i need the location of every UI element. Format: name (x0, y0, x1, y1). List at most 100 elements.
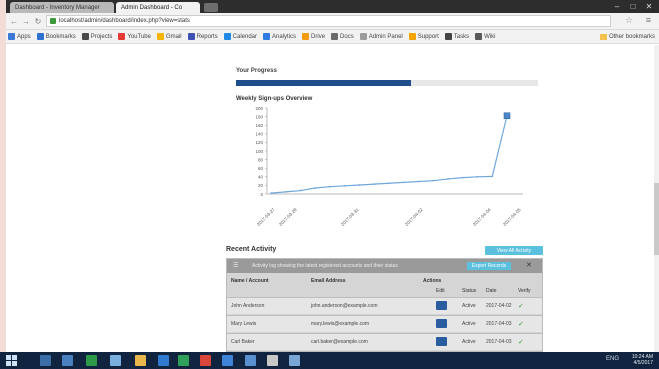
folder-icon (599, 34, 607, 40)
x-tick-label: 2017-04-02 (404, 207, 424, 226)
address-bar[interactable]: localhost/admin/dashboard/index.php?view… (46, 15, 611, 27)
bookmark-item[interactable]: Admin Panel (359, 33, 403, 40)
bookmark-label: Reports (196, 33, 218, 40)
other-bookmarks[interactable]: Other bookmarks (599, 30, 655, 43)
bookmark-item[interactable]: Drive (302, 33, 325, 40)
row-date: 2017-04-03 (486, 339, 512, 345)
bookmark-label: Drive (311, 33, 326, 40)
y-tick-label: 120 (255, 140, 263, 145)
other-bookmarks-label: Other bookmarks (608, 34, 655, 40)
bookmark-item[interactable]: Wiki (475, 33, 495, 40)
bookmark-label: Bookmarks (45, 33, 76, 40)
data-point (299, 189, 302, 192)
bookmark-label: Projects (90, 33, 113, 40)
address-toolbar: ← → ↻ localhost/admin/dashboard/index.ph… (6, 13, 659, 30)
y-tick-label: 160 (255, 123, 263, 128)
table-row: Carl Baker carl.baker@example.com Active 20… (227, 333, 542, 350)
y-tick-label: 200 (255, 106, 263, 111)
data-point (314, 187, 317, 189)
reload-icon[interactable]: ↻ (33, 15, 43, 27)
col-subheader: Status (462, 288, 477, 294)
bookmark-item[interactable]: Gmail (156, 33, 182, 40)
edit-button[interactable] (436, 300, 447, 310)
data-point (432, 179, 435, 182)
notepad-icon[interactable] (267, 355, 278, 366)
bookmark-item[interactable]: Projects (81, 33, 113, 40)
bookmark-favicon-icon (156, 33, 164, 40)
bookmark-item[interactable]: Calendar (223, 33, 257, 40)
data-point (388, 182, 390, 185)
back-icon[interactable]: ← (9, 15, 19, 27)
excel-icon[interactable] (178, 355, 189, 366)
bookmark-star-icon[interactable]: ☆ (625, 15, 633, 26)
y-tick-label: 20 (258, 183, 264, 188)
folder-icon[interactable] (135, 355, 146, 366)
bookmark-item[interactable]: Support (408, 33, 439, 40)
x-tick-label: 2017-03-27 (256, 207, 276, 226)
bookmark-label: Tasks (453, 33, 470, 40)
new-tab-button[interactable] (204, 3, 218, 12)
outlook-icon[interactable] (245, 355, 256, 366)
check-icon[interactable]: ✓ (518, 303, 524, 310)
series-line (270, 115, 508, 194)
close-icon[interactable]: ✕ (641, 0, 657, 13)
bookmark-item[interactable]: Docs (331, 33, 354, 40)
table-header: Name / Account Email Address Actions (227, 276, 542, 286)
maximize-icon[interactable]: □ (625, 0, 641, 13)
row-email: john.anderson@example.com (311, 303, 378, 309)
tab-admin-dashboard[interactable]: Admin Dashboard - Co (116, 2, 200, 13)
minimize-icon[interactable]: – (609, 0, 625, 13)
row-verify-cell: ✓ (514, 302, 540, 310)
page-content: Your Progress Weekly Sign-ups Overview 0… (6, 45, 659, 352)
windows-start-icon[interactable] (6, 355, 17, 366)
y-tick-label: 80 (258, 157, 264, 162)
x-tick-label: 2017-03-31 (340, 207, 360, 226)
last-point-marker (503, 112, 511, 119)
export-button[interactable]: Export Records (467, 262, 511, 270)
edit-button[interactable] (436, 336, 447, 346)
row-edit-cell (432, 300, 458, 312)
row-name: Mary Lewis (231, 321, 257, 327)
widget-title: Recent Activity (226, 246, 277, 253)
word-icon[interactable] (222, 355, 233, 366)
paint-icon[interactable] (289, 355, 300, 366)
check-icon[interactable]: ✓ (518, 321, 524, 328)
bookmark-favicon-icon (187, 33, 195, 40)
store-icon[interactable] (86, 355, 97, 366)
clock[interactable]: 10:24 AM 4/5/2017 (632, 354, 653, 366)
check-icon[interactable]: ✓ (518, 339, 524, 346)
chart-title: Weekly Sign-ups Overview (236, 96, 313, 102)
secure-lock-icon (50, 18, 56, 24)
edge-icon[interactable] (158, 355, 169, 366)
bookmark-item[interactable]: Tasks (444, 33, 470, 40)
tab-label: Admin Dashboard - Co (121, 4, 183, 11)
browser-menu-icon[interactable]: ≡ (646, 15, 651, 25)
search-icon[interactable] (40, 355, 51, 366)
bookmark-label: Admin Panel (368, 33, 403, 40)
table-row: John Anderson john.anderson@example.com Ac… (227, 297, 542, 314)
row-status: Active (462, 321, 476, 327)
bookmark-item[interactable]: YouTube (118, 33, 151, 40)
bookmark-item[interactable]: Reports (187, 33, 218, 40)
bookmark-favicon-icon (36, 33, 44, 40)
bookmark-item[interactable]: Bookmarks (36, 33, 76, 40)
bookmark-favicon-icon (444, 33, 452, 40)
scroll-thumb[interactable] (654, 183, 659, 255)
chrome-icon[interactable] (200, 355, 211, 366)
tab-inventory[interactable]: Dashboard - Inventory Manager (10, 2, 114, 13)
view-all-button[interactable]: View All Activity (485, 246, 543, 255)
edit-button[interactable] (436, 318, 447, 328)
bookmark-item[interactable]: Analytics (263, 33, 296, 40)
bookmark-item[interactable]: Apps (8, 33, 31, 40)
data-point (447, 178, 449, 180)
data-point (343, 184, 346, 187)
task-view-icon[interactable] (62, 355, 73, 366)
x-tick-label: 2017-03-28 (278, 207, 298, 226)
y-tick-label: 180 (255, 114, 263, 119)
system-tray[interactable]: ENG (606, 356, 619, 362)
url-text: localhost/admin/dashboard/index.php?view… (59, 18, 190, 24)
file-explorer-icon[interactable] (110, 355, 121, 366)
forward-icon[interactable]: → (21, 15, 31, 27)
vertical-scrollbar[interactable] (654, 45, 659, 352)
close-panel-icon[interactable]: ✕ (526, 261, 532, 269)
